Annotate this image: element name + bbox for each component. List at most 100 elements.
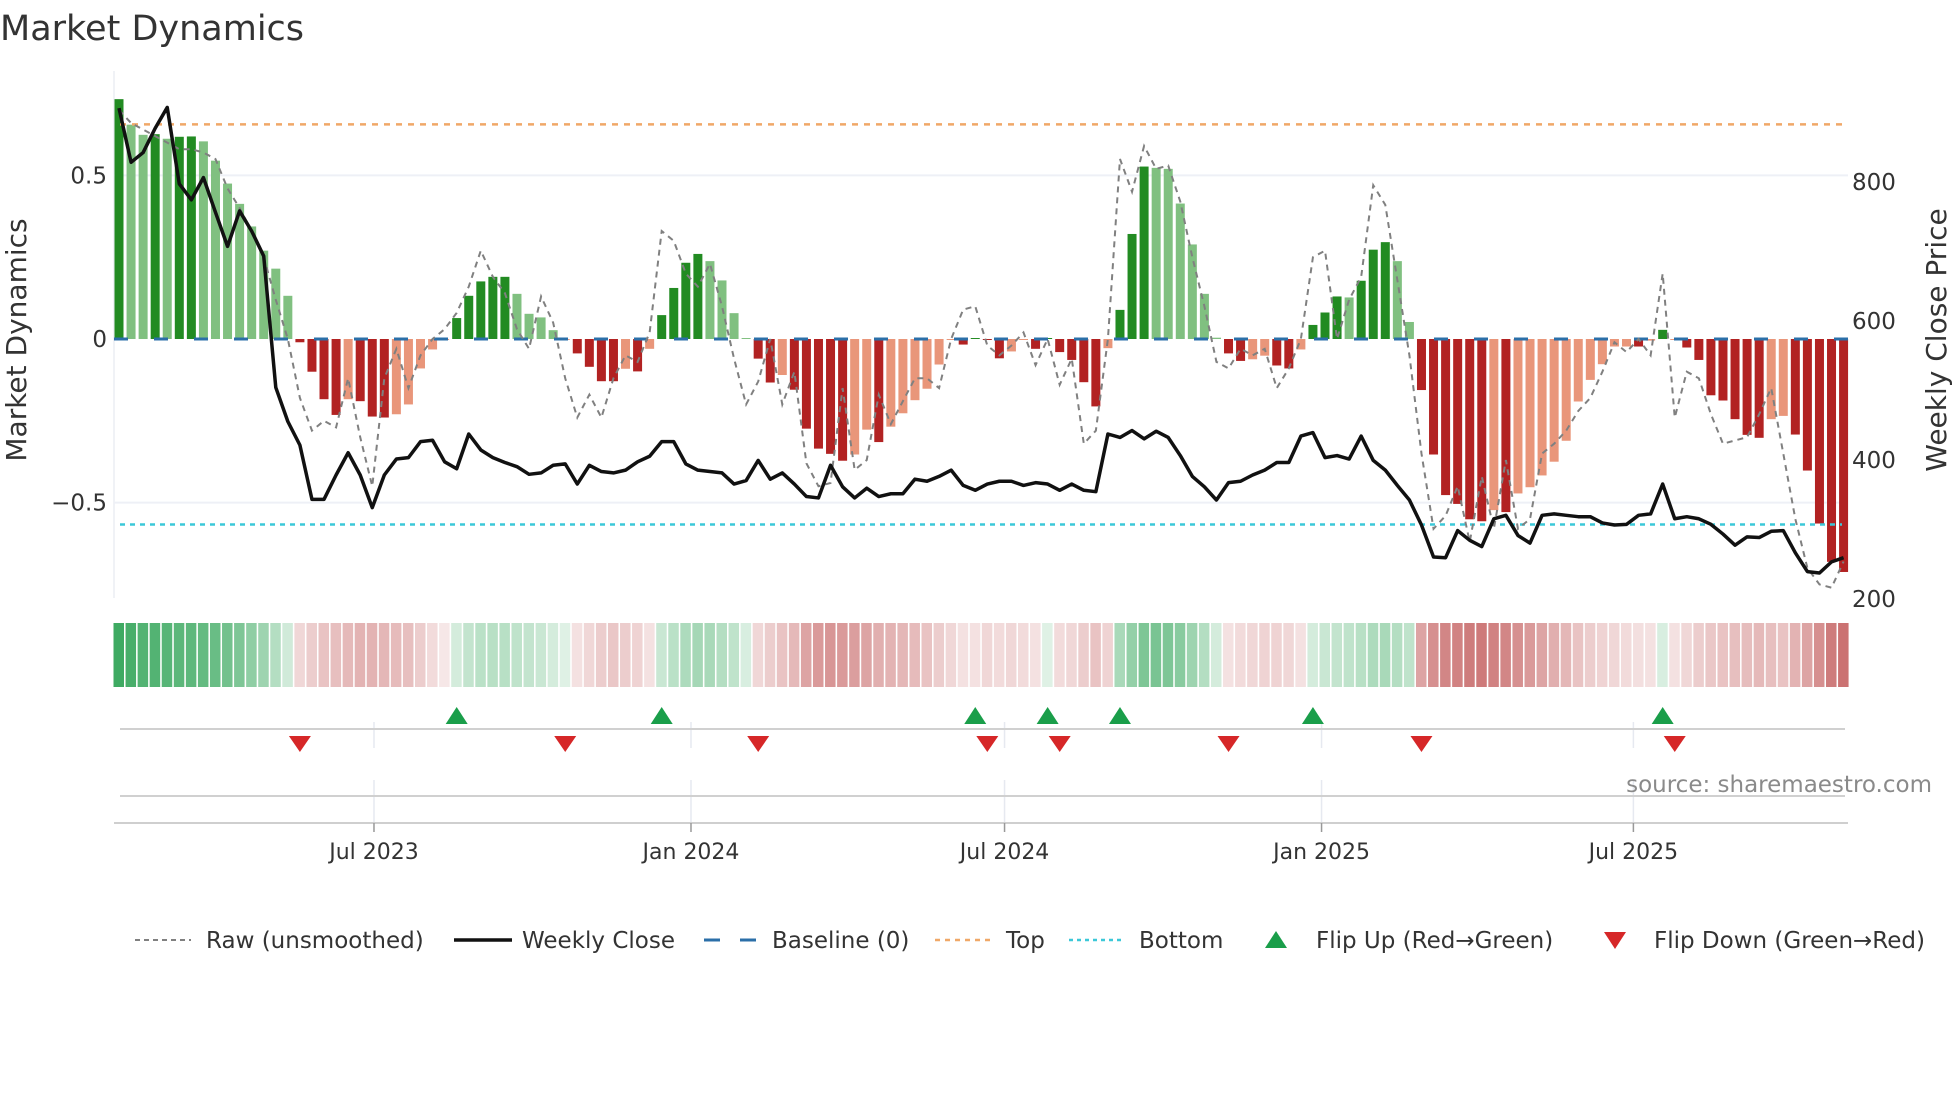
bar bbox=[488, 276, 498, 339]
strip-cell bbox=[704, 623, 715, 687]
strip-cell bbox=[1042, 623, 1053, 687]
bar bbox=[753, 339, 763, 359]
x-ticks: Jul 2023 Jan 2024 Jul 2024 Jan 2025 Jul 2025 bbox=[327, 823, 1678, 865]
strip-cell bbox=[1271, 623, 1282, 687]
bar bbox=[970, 338, 980, 339]
strip-cell bbox=[1403, 623, 1415, 687]
bar bbox=[355, 339, 365, 402]
legend-item-top: Top bbox=[935, 928, 1045, 954]
bar bbox=[512, 293, 522, 339]
strip-cell bbox=[318, 623, 330, 687]
bar bbox=[1501, 339, 1511, 513]
bar bbox=[584, 339, 594, 367]
strip-cell bbox=[1838, 623, 1849, 687]
strip-cell bbox=[921, 623, 933, 687]
strip-cell bbox=[149, 623, 161, 687]
flip-down-marker bbox=[288, 736, 311, 752]
bar bbox=[1827, 339, 1837, 562]
flip-up-marker bbox=[1108, 707, 1131, 724]
flip-up-marker bbox=[1301, 707, 1324, 724]
legend-label: Flip Up (Red→Green) bbox=[1316, 928, 1553, 954]
legend-label: Raw (unsmoothed) bbox=[206, 928, 424, 954]
bar bbox=[247, 226, 257, 339]
strip-cell bbox=[716, 623, 727, 687]
legend-label: Weekly Close bbox=[522, 928, 675, 954]
strip-cell bbox=[1343, 623, 1355, 687]
strip-cell bbox=[957, 623, 969, 687]
strip-cell bbox=[451, 623, 462, 687]
strip-cell bbox=[825, 623, 836, 687]
strip-cell bbox=[1681, 623, 1692, 687]
strip-cell bbox=[692, 623, 703, 687]
strip-cell bbox=[1440, 623, 1451, 687]
strip-cell bbox=[1500, 623, 1511, 687]
x-tick-label: Jan 2025 bbox=[1271, 840, 1370, 865]
strip-cell bbox=[1669, 623, 1680, 687]
x-tick-label: Jul 2025 bbox=[1587, 840, 1679, 865]
bar bbox=[1525, 339, 1535, 488]
strip-cell bbox=[632, 623, 643, 687]
strip-cell bbox=[306, 623, 317, 687]
bar bbox=[476, 281, 486, 339]
strip-cell bbox=[1826, 623, 1837, 687]
strip-cell bbox=[1018, 623, 1029, 687]
strip-cell bbox=[330, 623, 342, 687]
strip-cell bbox=[1608, 623, 1620, 687]
strip-cell bbox=[1054, 623, 1065, 687]
legend-label: Bottom bbox=[1139, 928, 1223, 954]
bar bbox=[669, 287, 679, 339]
y-axis-label: Market Dynamics bbox=[0, 218, 33, 461]
source-note: source: sharemaestro.com bbox=[1626, 772, 1932, 798]
flip-down-marker bbox=[976, 736, 999, 752]
strip-cell bbox=[487, 623, 498, 687]
bar bbox=[1067, 339, 1077, 360]
strip-cell bbox=[933, 623, 945, 687]
bar bbox=[1742, 339, 1752, 435]
bar bbox=[874, 339, 884, 443]
bar bbox=[1718, 339, 1728, 401]
strip-cell bbox=[885, 623, 896, 687]
bar bbox=[271, 268, 281, 339]
strip-cell bbox=[1596, 623, 1608, 687]
strip-cell bbox=[583, 623, 595, 687]
strip-cell bbox=[1657, 623, 1668, 687]
strip-cell bbox=[728, 623, 740, 687]
strip-cell bbox=[607, 623, 619, 687]
bar bbox=[1163, 168, 1173, 339]
strip-cell bbox=[197, 623, 209, 687]
bar bbox=[910, 339, 920, 401]
bar bbox=[403, 339, 413, 405]
strip-cell bbox=[1512, 623, 1523, 687]
strip-cell bbox=[1174, 623, 1186, 687]
strip-cell bbox=[1645, 623, 1656, 687]
bar bbox=[1091, 339, 1101, 407]
strip-cell bbox=[1693, 623, 1704, 687]
strip-cell bbox=[776, 623, 788, 687]
strip-cell bbox=[644, 623, 655, 687]
strip-cell bbox=[897, 623, 908, 687]
strip-cell bbox=[427, 623, 438, 687]
triangle-down-icon bbox=[1604, 932, 1626, 949]
flip-up-marker bbox=[445, 707, 468, 724]
bar bbox=[524, 313, 534, 339]
flip-down-marker bbox=[1048, 736, 1071, 752]
bar bbox=[741, 338, 751, 339]
bar bbox=[114, 99, 124, 339]
strip-cell bbox=[1114, 623, 1125, 687]
bar bbox=[789, 339, 799, 390]
bar bbox=[693, 253, 703, 339]
flip-up-marker bbox=[1036, 707, 1059, 724]
strip-cell bbox=[535, 623, 547, 687]
legend-item-baseline: Baseline (0) bbox=[704, 928, 909, 954]
legend-label: Flip Down (Green→Red) bbox=[1654, 928, 1925, 954]
strip-cell bbox=[258, 623, 269, 687]
strip-cell bbox=[1030, 623, 1041, 687]
strip-cell bbox=[1319, 623, 1330, 687]
strip-cell bbox=[1295, 623, 1306, 687]
bar bbox=[934, 339, 944, 365]
bar bbox=[1320, 312, 1330, 339]
y-tick-label: −0.5 bbox=[51, 491, 107, 517]
legend-item-raw: Raw (unsmoothed) bbox=[135, 928, 424, 954]
strip-cell bbox=[475, 623, 486, 687]
bar bbox=[1019, 339, 1028, 340]
